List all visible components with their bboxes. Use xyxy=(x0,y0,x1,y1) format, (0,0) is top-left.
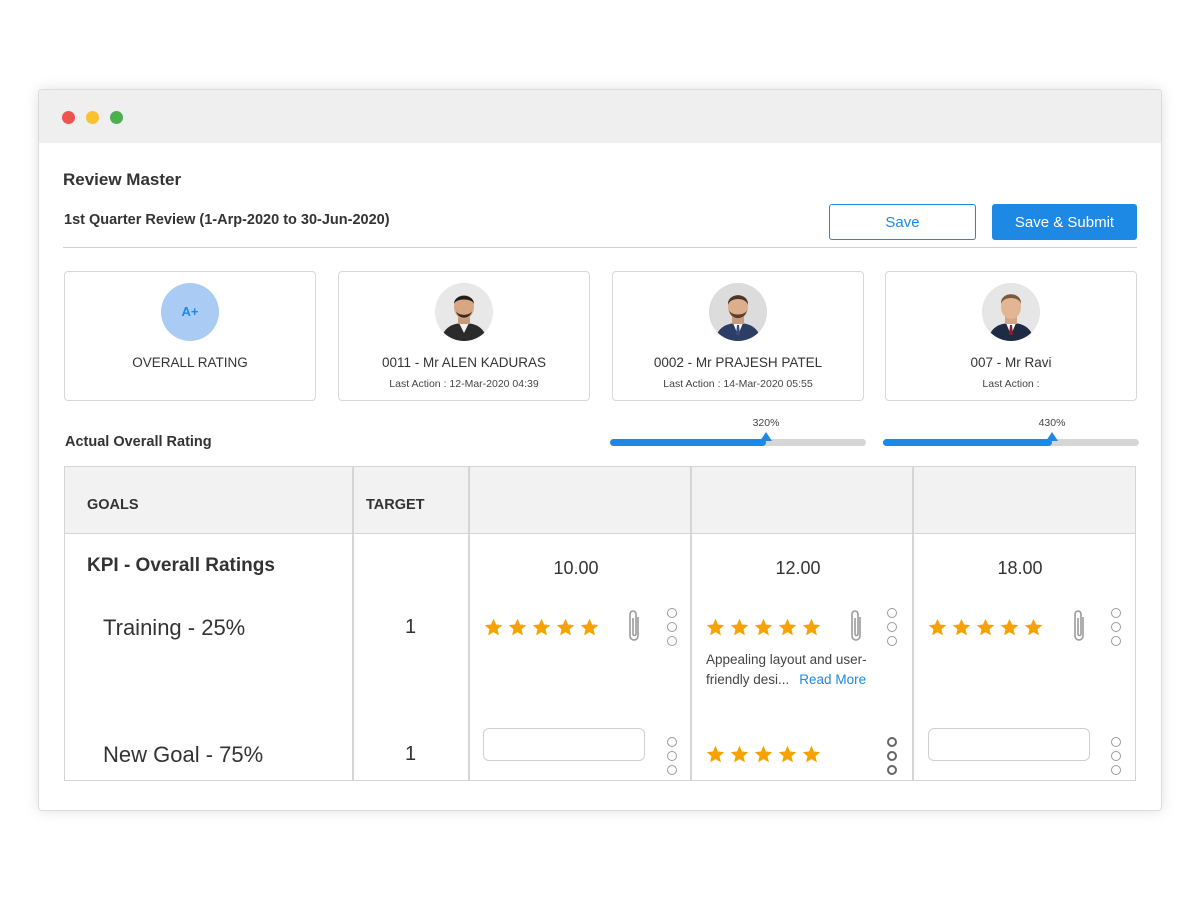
paperclip-icon[interactable] xyxy=(1070,607,1088,645)
star-icon[interactable] xyxy=(705,617,726,638)
goals-table: GOALS TARGET KPI - Overall Ratings 10.00… xyxy=(64,466,1136,781)
person-avatar-icon xyxy=(435,283,493,341)
progress-fill xyxy=(610,439,766,446)
star-icon[interactable] xyxy=(999,617,1020,638)
progress-thumb[interactable] xyxy=(760,432,772,441)
reviewer-card[interactable]: 0002 - Mr PRAJESH PATEL Last Action : 14… xyxy=(612,271,864,401)
star-icon[interactable] xyxy=(951,617,972,638)
star-icon[interactable] xyxy=(753,744,774,765)
star-icon[interactable] xyxy=(753,617,774,638)
reviewer-name: 0002 - Mr PRAJESH PATEL xyxy=(653,355,823,370)
save-submit-button[interactable]: Save & Submit xyxy=(992,204,1137,240)
header-divider xyxy=(63,247,1137,248)
star-icon[interactable] xyxy=(507,617,528,638)
app-window: Review Master 1st Quarter Review (1-Arp-… xyxy=(38,89,1162,811)
rating-input[interactable] xyxy=(483,728,645,761)
star-icon[interactable] xyxy=(801,744,822,765)
goal-name: Training - 25% xyxy=(103,615,246,640)
star-icon[interactable] xyxy=(927,617,948,638)
star-icon[interactable] xyxy=(705,744,726,765)
star-icon[interactable] xyxy=(579,617,600,638)
star-icon[interactable] xyxy=(555,617,576,638)
page-title: Review Master xyxy=(63,170,182,189)
star-icon[interactable] xyxy=(531,617,552,638)
progress-percent: 430% xyxy=(1038,417,1066,429)
reviewer-card[interactable]: 007 - Mr Ravi Last Action : xyxy=(885,271,1137,401)
paperclip-icon[interactable] xyxy=(847,607,865,645)
star-rating[interactable] xyxy=(927,617,1044,639)
star-icon[interactable] xyxy=(729,617,750,638)
column-divider xyxy=(468,467,470,780)
star-icon[interactable] xyxy=(1023,617,1044,638)
person-avatar-icon xyxy=(982,283,1040,341)
column-divider xyxy=(352,467,354,780)
progress-fill xyxy=(883,439,1052,446)
column-divider xyxy=(690,467,692,780)
maximize-dot[interactable] xyxy=(110,111,123,124)
more-options-icon[interactable] xyxy=(1110,608,1122,646)
star-icon[interactable] xyxy=(975,617,996,638)
overall-rating-label: OVERALL RATING xyxy=(132,355,248,370)
star-rating[interactable] xyxy=(705,617,822,639)
read-more-link[interactable]: Read More xyxy=(799,672,866,687)
star-rating[interactable] xyxy=(483,617,600,639)
goal-target: 1 xyxy=(405,616,417,638)
kpi-title: KPI - Overall Ratings xyxy=(87,555,275,576)
rating-input[interactable] xyxy=(928,728,1090,761)
rating-progress-bar[interactable]: 320% xyxy=(610,417,866,446)
actual-rating-label: Actual Overall Rating xyxy=(65,434,212,450)
review-period: 1st Quarter Review (1-Arp-2020 to 30-Jun… xyxy=(64,212,390,228)
score-value: 10.00 xyxy=(553,558,599,578)
more-options-icon[interactable] xyxy=(1110,737,1122,775)
save-button[interactable]: Save xyxy=(829,204,976,240)
paperclip-icon[interactable] xyxy=(625,607,643,645)
more-options-icon[interactable] xyxy=(886,737,898,775)
window-titlebar xyxy=(39,90,1161,143)
score-value: 18.00 xyxy=(997,558,1043,578)
last-action: Last Action : xyxy=(982,378,1040,390)
progress-percent: 320% xyxy=(752,417,780,429)
goal-target: 1 xyxy=(405,743,417,765)
reviewer-name: 0011 - Mr ALEN KADURAS xyxy=(381,355,547,370)
score-value: 12.00 xyxy=(775,558,821,578)
star-icon[interactable] xyxy=(801,617,822,638)
more-options-icon[interactable] xyxy=(886,608,898,646)
close-dot[interactable] xyxy=(62,111,75,124)
goals-header: GOALS xyxy=(87,497,139,513)
target-header: TARGET xyxy=(366,497,425,513)
review-comment: Appealing layout and user-friendly desi.… xyxy=(706,650,896,690)
rating-badge: A+ xyxy=(161,283,219,341)
progress-thumb[interactable] xyxy=(1046,432,1058,441)
reviewer-card[interactable]: 0011 - Mr ALEN KADURAS Last Action : 12-… xyxy=(338,271,590,401)
table-header xyxy=(65,467,1135,534)
goal-name: New Goal - 75% xyxy=(103,742,264,767)
reviewer-name: 007 - Mr Ravi xyxy=(970,355,1052,370)
overall-rating-card: A+ OVERALL RATING xyxy=(64,271,316,401)
column-divider xyxy=(912,467,914,780)
more-options-icon[interactable] xyxy=(666,608,678,646)
minimize-dot[interactable] xyxy=(86,111,99,124)
last-action: Last Action : 14-Mar-2020 05:55 xyxy=(663,378,813,390)
more-options-icon[interactable] xyxy=(666,737,678,775)
star-icon[interactable] xyxy=(777,744,798,765)
last-action: Last Action : 12-Mar-2020 04:39 xyxy=(389,378,539,390)
person-avatar-icon xyxy=(709,283,767,341)
rating-progress-bar[interactable]: 430% xyxy=(883,417,1139,446)
star-rating[interactable] xyxy=(705,744,822,766)
star-icon[interactable] xyxy=(729,744,750,765)
star-icon[interactable] xyxy=(483,617,504,638)
star-icon[interactable] xyxy=(777,617,798,638)
